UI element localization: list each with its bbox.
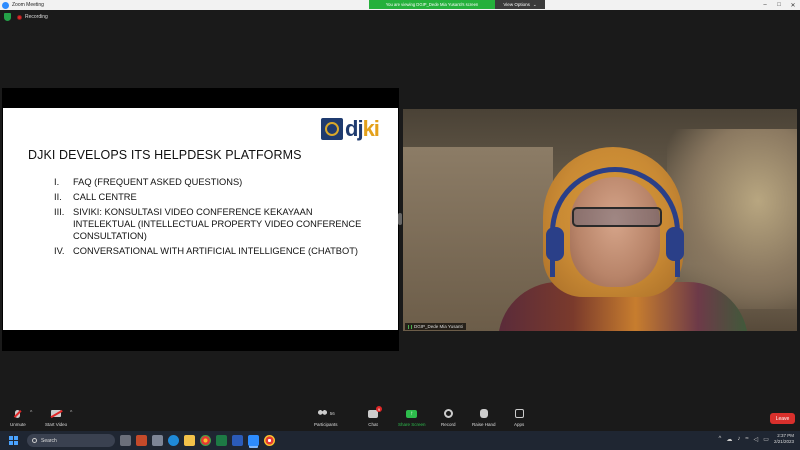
system-tray: ^ ☁ ♪ ≈ ◁ ▭ 2:37 PM 2/21/2023 <box>719 433 794 445</box>
djki-logo: djki <box>321 116 379 142</box>
participants-count: 56 <box>330 411 335 416</box>
apps-button[interactable]: Apps <box>514 408 524 427</box>
slide-heading: DJKI DEVELOPS ITS HELPDESK PLATFORMS <box>28 148 302 162</box>
recording-label: Recording <box>25 14 48 20</box>
file-explorer-icon[interactable] <box>184 435 195 446</box>
maximize-button[interactable]: □ <box>772 2 786 8</box>
task-view-icon[interactable] <box>120 435 131 446</box>
list-item: II.CALL CENTRE <box>54 191 374 203</box>
emblem-icon <box>321 118 343 140</box>
apps-icon <box>515 409 524 418</box>
chat-button[interactable]: 9 Chat <box>368 408 378 427</box>
record-icon <box>444 409 453 418</box>
meeting-status-row: Recording <box>4 13 48 21</box>
taskbar-search-box[interactable]: Search <box>27 434 115 447</box>
start-video-label: Start Video <box>45 422 67 427</box>
wifi-icon[interactable]: ≈ <box>745 436 748 442</box>
unmute-label: Unmute <box>10 422 26 427</box>
unmute-button[interactable]: Unmute <box>10 408 26 427</box>
mic-icon[interactable]: ♪ <box>737 436 740 442</box>
view-options-button[interactable]: View Options ⌄ <box>495 0 545 9</box>
tray-expand-caret[interactable]: ^ <box>719 436 722 442</box>
edge-icon[interactable] <box>168 435 179 446</box>
share-screen-button[interactable]: ↑ Share Screen <box>398 408 426 427</box>
zoom-taskbar-icon[interactable] <box>248 435 259 446</box>
list-item: IV.CONVERSATIONAL WITH ARTIFICIAL INTELL… <box>54 245 374 257</box>
chevron-down-icon: ⌄ <box>533 2 537 8</box>
share-screen-label: Share Screen <box>398 422 426 427</box>
close-button[interactable]: ✕ <box>786 2 800 9</box>
participant-name: DGIP_Dede Mia Yusanti <box>414 324 463 329</box>
record-dot-icon <box>17 15 22 20</box>
share-screen-icon: ↑ <box>406 410 417 418</box>
window-title: Zoom Meeting <box>12 2 44 8</box>
split-resize-handle[interactable] <box>398 213 402 225</box>
hand-icon <box>480 409 488 418</box>
cloud-icon[interactable]: ☁ <box>726 436 732 443</box>
zoom-app-icon <box>2 2 9 9</box>
shield-icon[interactable] <box>4 13 11 21</box>
participants-label: Participants <box>314 422 338 427</box>
participant-video[interactable]: DGIP_Dede Mia Yusanti <box>403 109 797 331</box>
presentation-slide: djki DJKI DEVELOPS ITS HELPDESK PLATFORM… <box>3 108 398 330</box>
raise-hand-button[interactable]: Raise Hand <box>472 408 496 427</box>
viewing-banner: You are viewing DGIP_Dede Mia Yusanti's … <box>369 0 545 9</box>
widgets-icon[interactable] <box>136 435 147 446</box>
participant-figure <box>498 147 738 331</box>
participants-icon <box>317 410 328 417</box>
participant-name-tag: DGIP_Dede Mia Yusanti <box>405 323 466 330</box>
slide-list: I.FAQ (FREQUENT ASKED QUESTIONS) II.CALL… <box>54 176 374 260</box>
minimize-button[interactable]: – <box>758 2 772 8</box>
chrome-icon[interactable] <box>200 435 211 446</box>
windows-start-icon[interactable] <box>9 436 18 445</box>
taskbar-clock[interactable]: 2:37 PM 2/21/2023 <box>774 433 794 445</box>
leave-button[interactable]: Leave <box>770 413 795 424</box>
shared-screen: djki DJKI DEVELOPS ITS HELPDESK PLATFORM… <box>2 88 399 351</box>
view-options-label: View Options <box>503 2 529 7</box>
start-video-button[interactable]: Start Video <box>45 408 67 427</box>
search-icon <box>32 438 37 443</box>
chat-badge: 9 <box>376 406 382 412</box>
clock-date: 2/21/2023 <box>774 439 794 445</box>
excel-icon[interactable] <box>216 435 227 446</box>
participants-button[interactable]: 56 Participants <box>314 408 338 427</box>
record-label: Record <box>441 422 456 427</box>
search-placeholder: Search <box>41 438 57 444</box>
chat-label: Chat <box>368 422 378 427</box>
chrome-profile-icon[interactable] <box>264 435 275 446</box>
mic-muted-icon <box>15 410 20 418</box>
audio-options-caret[interactable]: ^ <box>30 410 32 416</box>
apps-label: Apps <box>514 422 524 427</box>
video-options-caret[interactable]: ^ <box>70 410 72 416</box>
settings-icon[interactable] <box>152 435 163 446</box>
window-controls: – □ ✕ <box>758 0 800 10</box>
battery-icon[interactable]: ▭ <box>763 436 769 443</box>
taskbar-apps <box>120 435 275 446</box>
windows-taskbar: Search ^ ☁ ♪ ≈ ◁ ▭ 2:37 PM 2/21/2023 <box>0 431 800 450</box>
volume-icon[interactable]: ◁ <box>754 436 759 443</box>
audio-level-icon <box>408 325 412 329</box>
list-item: III.SIVIKI: KONSULTASI VIDEO CONFERENCE … <box>54 206 374 242</box>
recording-indicator[interactable]: Recording <box>17 14 48 20</box>
raise-hand-label: Raise Hand <box>472 422 496 427</box>
camera-off-icon <box>51 410 61 417</box>
meeting-toolbar: Unmute ^ Start Video ^ 56 Participants 9… <box>0 405 800 431</box>
viewing-banner-text: You are viewing DGIP_Dede Mia Yusanti's … <box>369 0 495 9</box>
record-button[interactable]: Record <box>441 408 456 427</box>
logo-text: djki <box>345 116 379 142</box>
word-icon[interactable] <box>232 435 243 446</box>
list-item: I.FAQ (FREQUENT ASKED QUESTIONS) <box>54 176 374 188</box>
